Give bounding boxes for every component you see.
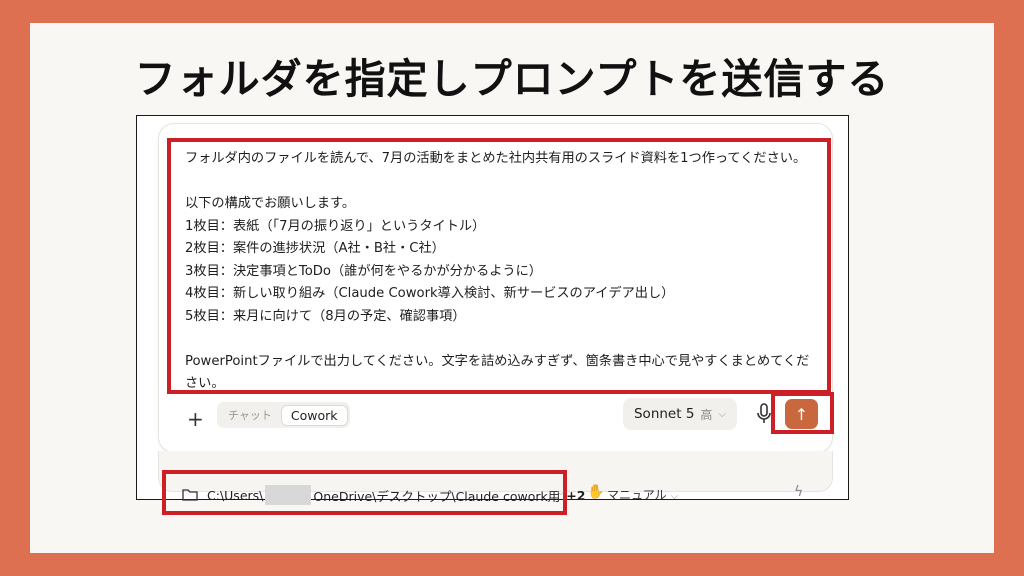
mode-cowork-tab[interactable]: Cowork (280, 404, 348, 426)
extra-folder-count: +2 (566, 487, 586, 503)
prompt-line: フォルダ内のファイルを読んで、7月の活動をまとめた社内共有用のスライド資料を1つ… (185, 151, 807, 166)
app-screenshot: フォルダ内のファイルを読んで、7月の活動をまとめた社内共有用のスライド資料を1つ… (136, 115, 849, 515)
slide-title: フォルダを指定しプロンプトを送信する (134, 55, 890, 103)
arrow-up-icon: ↑ (794, 404, 809, 424)
folder-path[interactable]: C:\Users\ OneDrive\デスクトップ\Claude cowork用… (207, 485, 585, 505)
add-attachment-button[interactable]: + (187, 407, 204, 431)
permission-mode-label: マニュアル (607, 488, 667, 502)
prompt-line: 4枚目：新しい取り組み（Claude Cowork導入検討、新サービスのアイデア… (185, 286, 675, 301)
prompt-line: PowerPointファイルで出力してください。文字を詰め込みすぎず、箇条書き中… (185, 353, 810, 391)
mode-toggle[interactable]: チャット Cowork (217, 402, 350, 428)
effort-level: 高 (700, 407, 713, 422)
prompt-line: 1枚目：表紙（「7月の振り返り」というタイトル） (185, 218, 486, 234)
chevron-down-icon: ⌵ (670, 491, 679, 502)
redacted-username (265, 485, 312, 505)
chevron-down-icon: ⌵ (718, 408, 727, 420)
prompt-line: 5枚目：来月に向けて（8月の予定、確認事項） (185, 308, 466, 324)
prompt-textarea[interactable]: フォルダ内のファイルを読んで、7月の活動をまとめた社内共有用のスライド資料を1つ… (167, 138, 831, 394)
slide: フォルダを指定しプロンプトを送信する フォルダ内のファイルを読んで、7月の活動を… (30, 23, 994, 553)
permission-mode-selector[interactable]: マニュアル ⌵ (607, 486, 678, 503)
prompt-line: 2枚目：案件の進捗状況（A社・B社・C社） (185, 241, 445, 256)
plus-icon: + (187, 407, 204, 431)
model-selector[interactable]: Sonnet 5 高 ⌵ (623, 398, 737, 430)
path-suffix: OneDrive\デスクトップ\Claude cowork用 (313, 488, 561, 504)
mode-chat-tab[interactable]: チャット (219, 407, 281, 423)
model-name: Sonnet 5 (633, 406, 695, 422)
hand-icon: ✋ (587, 484, 605, 500)
prompt-line: 3枚目：決定事項とToDo（誰が何をやるかが分かるように） (185, 263, 542, 279)
folder-icon (182, 489, 198, 501)
bolt-icon[interactable]: ϟ (794, 484, 803, 500)
chevron-down-icon[interactable]: ⌵ (557, 487, 565, 498)
path-prefix: C:\Users\ (207, 487, 264, 503)
send-button[interactable]: ↑ (785, 399, 818, 429)
prompt-line: 以下の構成でお願いします。 (185, 196, 356, 211)
